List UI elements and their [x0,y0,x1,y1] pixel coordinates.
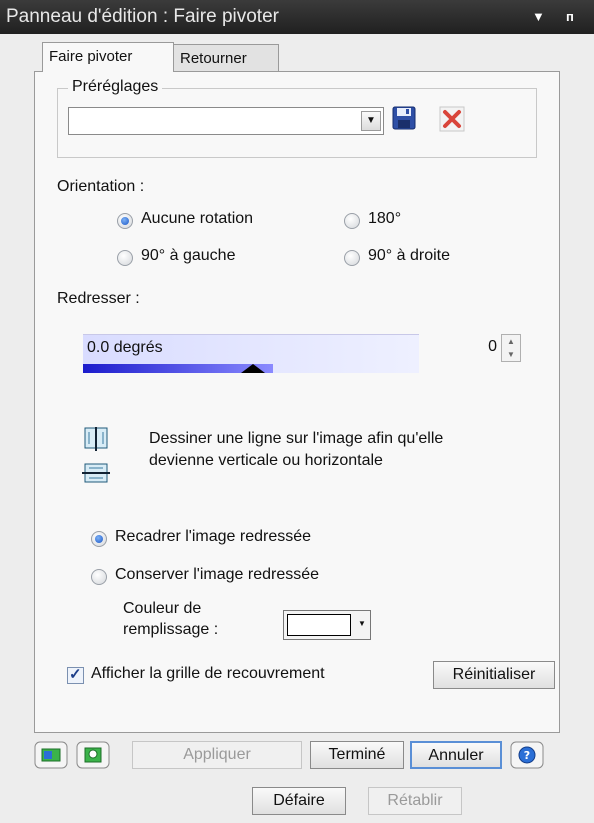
title-bar: Panneau d'édition : Faire pivoter ▼ ᴨ [0,0,594,34]
radio-keep-straightened[interactable] [91,569,107,585]
fill-color-picker[interactable]: ▼ [283,610,371,640]
grid-checkbox-label[interactable]: Afficher la grille de recouvrement [91,665,325,683]
draw-line-text-1: Dessiner une ligne sur l'image afin qu'e… [149,430,444,447]
radio-no-rotation-label[interactable]: Aucune rotation [141,210,253,228]
presets-group: Préréglages ▼ [57,78,537,158]
presets-legend: Préréglages [68,78,163,96]
chevron-down-icon[interactable]: ▼ [356,615,368,633]
image-toggle-icon[interactable] [34,741,68,769]
radio-no-rotation[interactable] [117,213,133,229]
straighten-slider[interactable]: 0.0 degrés [83,334,419,373]
chevron-down-icon[interactable]: ▼ [361,111,381,131]
fill-color-label-2: remplissage : [123,621,219,638]
radio-keep-straightened-label[interactable]: Conserver l'image redressée [115,566,319,584]
svg-text:?: ? [524,749,530,762]
radio-crop-straightened-label[interactable]: Recadrer l'image redressée [115,528,311,546]
straighten-spin-value[interactable]: 0 [488,338,497,356]
cancel-button[interactable]: Annuler [410,741,502,769]
reset-button[interactable]: Réinitialiser [433,661,555,689]
horizontal-line-tool-icon[interactable] [81,460,111,486]
compare-icon[interactable] [76,741,110,769]
spin-buttons[interactable]: ▲ ▼ [501,334,521,362]
grid-checkbox[interactable] [67,665,84,684]
delete-icon[interactable] [438,106,466,134]
draw-line-text-2: devienne verticale ou horizontale [149,452,383,469]
panel-menu-icon[interactable]: ▼ [532,0,545,34]
radio-90-right-label[interactable]: 90° à droite [368,247,450,265]
straighten-spinbox[interactable]: 0 ▲ ▼ [429,334,521,364]
orientation-label: Orientation : [57,178,145,195]
slider-thumb[interactable] [241,364,265,373]
tab-retourner[interactable]: Retourner [173,44,279,72]
radio-180[interactable] [344,213,360,229]
radio-180-label[interactable]: 180° [368,210,401,228]
apply-button[interactable]: Appliquer [132,741,302,769]
vertical-line-tool-icon[interactable] [81,426,111,452]
tab-faire-pivoter[interactable]: Faire pivoter [42,42,174,72]
radio-90-right[interactable] [344,250,360,266]
panel-title: Panneau d'édition : Faire pivoter [6,6,279,27]
straighten-value-text: 0.0 degrés [87,339,163,356]
edit-panel: Panneau d'édition : Faire pivoter ▼ ᴨ Fa… [0,0,594,823]
radio-crop-straightened[interactable] [91,531,107,547]
tab-content: Préréglages ▼ Orientation : Aucune rotat… [34,71,560,733]
straighten-label: Redresser : [57,290,140,307]
help-icon[interactable]: ? [510,741,544,769]
redo-button[interactable]: Rétablir [368,787,462,815]
save-icon[interactable] [390,106,418,134]
done-button[interactable]: Terminé [310,741,404,769]
pin-icon[interactable]: ᴨ [566,0,574,34]
radio-90-left-label[interactable]: 90° à gauche [141,247,235,265]
fill-color-label-1: Couleur de [123,600,202,617]
presets-dropdown[interactable]: ▼ [68,107,384,135]
spin-up-icon[interactable]: ▲ [502,335,520,348]
radio-90-left[interactable] [117,250,133,266]
spin-down-icon[interactable]: ▼ [502,348,520,361]
fill-color-swatch[interactable] [287,614,351,636]
undo-button[interactable]: Défaire [252,787,346,815]
